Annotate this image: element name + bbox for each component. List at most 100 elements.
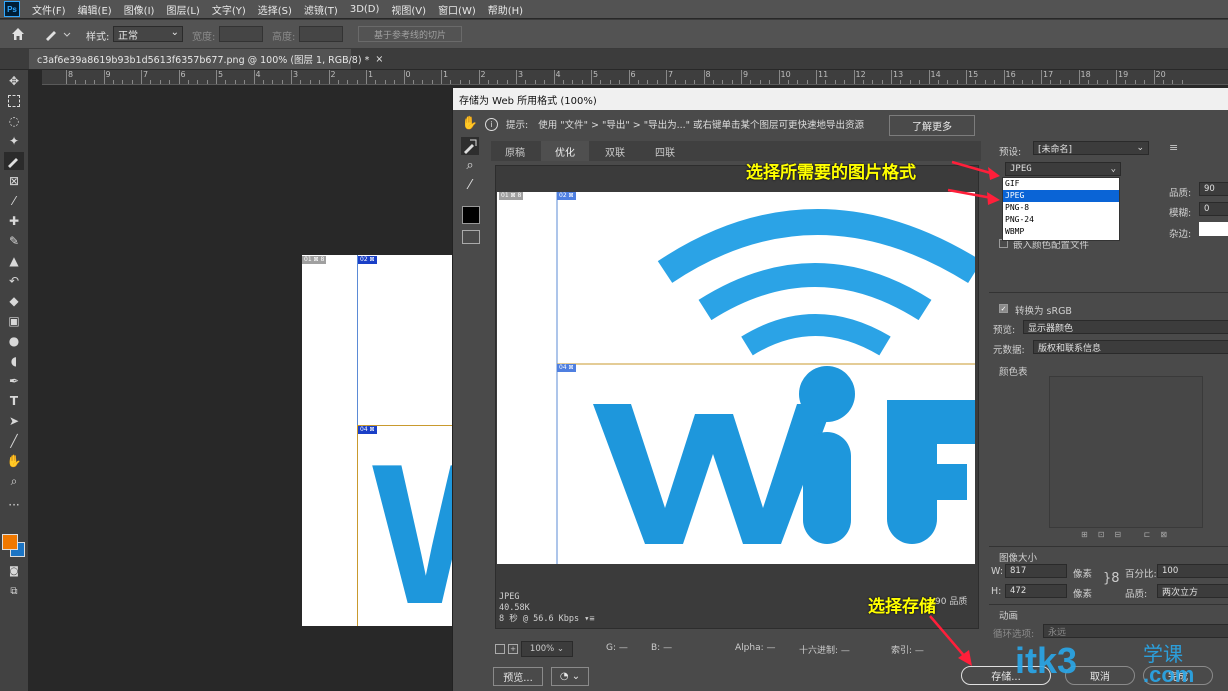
format-option-png24[interactable]: PNG-24	[1003, 214, 1119, 226]
ruler-tick	[412, 80, 414, 84]
quick-mask-icon[interactable]: ◙	[4, 562, 24, 580]
color-table-actions[interactable]: ⊞⊡⊟ ⊏⊠	[1081, 530, 1201, 540]
tab-optimized[interactable]: 优化	[541, 141, 589, 161]
hand-tool-icon[interactable]: ✋	[461, 116, 479, 134]
matte-color-swatch[interactable]	[1199, 222, 1228, 236]
menu-3d[interactable]: 3D(D)	[344, 4, 386, 15]
pen-tool-icon[interactable]: ✒	[4, 372, 24, 390]
line-tool-icon[interactable]: ╱	[4, 432, 24, 450]
format-dropdown-list[interactable]: GIF JPEG PNG-8 PNG-24 WBMP	[1002, 177, 1120, 241]
zoom-tool-icon[interactable]: ⌕	[461, 158, 479, 176]
zoom-select[interactable]: 100% ⌄	[521, 641, 573, 657]
menu-type[interactable]: 文字(Y)	[206, 2, 252, 17]
ruler-tick	[1003, 70, 1005, 84]
gradient-tool-icon[interactable]: ▣	[4, 312, 24, 330]
eyedropper-icon[interactable]: ⁄	[4, 192, 24, 210]
format-option-jpeg[interactable]: JPEG	[1003, 190, 1119, 202]
width-input[interactable]	[219, 26, 263, 42]
zoom-tool-icon[interactable]: ⌕	[4, 472, 24, 490]
screen-mode-icon[interactable]: ⧉	[4, 582, 24, 600]
height-input[interactable]	[299, 26, 343, 42]
hand-tool-icon[interactable]: ✋	[4, 452, 24, 470]
menu-help[interactable]: 帮助(H)	[482, 2, 529, 17]
lasso-tool-icon[interactable]: ◌	[4, 112, 24, 130]
type-tool-icon[interactable]: T	[4, 392, 24, 410]
blur-input[interactable]: 0	[1199, 202, 1228, 216]
stamp-tool-icon[interactable]: ▲	[4, 252, 24, 270]
tab-4-up[interactable]: 四联	[641, 141, 689, 161]
quality-input[interactable]: 90	[1199, 182, 1228, 196]
zoom-out-icon[interactable]	[495, 644, 505, 654]
history-brush-icon[interactable]: ↶	[4, 272, 24, 290]
link-proportions-icon[interactable]: }8	[1103, 568, 1120, 590]
home-icon[interactable]	[10, 26, 26, 42]
width-input[interactable]: 817	[1005, 564, 1067, 578]
ruler-tick	[1022, 80, 1024, 84]
close-icon[interactable]: ×	[375, 54, 383, 65]
status-quality: 90 品质	[935, 597, 968, 607]
menu-select[interactable]: 选择(S)	[252, 2, 298, 17]
format-select[interactable]: JPEG ⌄	[1005, 162, 1121, 176]
slice-tool-preset-icon[interactable]	[44, 26, 72, 42]
frame-tool-icon[interactable]: ⊠	[4, 172, 24, 190]
blur-tool-icon[interactable]: ●	[4, 332, 24, 350]
resample-select[interactable]: 两次立方	[1157, 584, 1228, 598]
learn-more-button[interactable]: 了解更多	[889, 115, 975, 136]
slices-from-guides-button[interactable]: 基于参考线的切片	[358, 26, 462, 42]
move-tool-icon[interactable]: ✥	[4, 72, 24, 90]
convert-srgb-checkbox[interactable]: ✓	[999, 304, 1008, 313]
toggle-slices-icon[interactable]	[462, 230, 480, 244]
healing-brush-icon[interactable]: ✚	[4, 212, 24, 230]
percent-input[interactable]: 100	[1157, 564, 1228, 578]
animation-label: 动画	[999, 611, 1019, 622]
tab-original[interactable]: 原稿	[491, 141, 539, 161]
style-select[interactable]: 正常 ⌄	[113, 26, 183, 42]
browser-icon: ◔	[559, 671, 569, 682]
more-tools-icon[interactable]: ···	[4, 496, 24, 514]
preset-select[interactable]: [未命名] ⌄	[1033, 141, 1149, 155]
path-selection-icon[interactable]: ➤	[4, 412, 24, 430]
status-menu-icon[interactable]: ▾≡	[584, 614, 594, 624]
ruler-label: 3	[518, 70, 524, 79]
ruler-tick	[1153, 70, 1155, 84]
document-tab[interactable]: c3af6e39a8619b93b1d5613f6357b677.png @ 1…	[29, 49, 383, 69]
menu-image[interactable]: 图像(I)	[118, 2, 161, 17]
eyedropper-color-swatch[interactable]	[462, 206, 480, 224]
brush-tool-icon[interactable]: ✎	[4, 232, 24, 250]
tab-2-up[interactable]: 双联	[591, 141, 639, 161]
slice-tool-icon[interactable]	[4, 152, 24, 170]
menu-file[interactable]: 文件(F)	[26, 2, 72, 17]
menu-edit[interactable]: 编辑(E)	[72, 2, 118, 17]
ruler-tick	[975, 80, 977, 84]
color-table[interactable]	[1049, 376, 1203, 528]
format-option-png8[interactable]: PNG-8	[1003, 202, 1119, 214]
eraser-icon[interactable]: ◆	[4, 292, 24, 310]
ruler-label: 18	[1080, 70, 1091, 79]
format-annotation: 选择所需要的图片格式	[746, 163, 916, 183]
magic-wand-icon[interactable]: ✦	[4, 132, 24, 150]
menu-layer[interactable]: 图层(L)	[160, 2, 205, 17]
ruler-label: 15	[968, 70, 979, 79]
optimized-preview-image[interactable]: 01 ⊠ 8 02 ⊠ 04 ⊠	[499, 192, 982, 564]
menu-filter[interactable]: 滤镜(T)	[298, 2, 344, 17]
zoom-in-icon[interactable]: +	[508, 644, 518, 654]
foreground-color-swatch[interactable]	[2, 534, 18, 550]
marquee-tool-icon[interactable]	[4, 92, 24, 110]
ruler-tick	[497, 80, 499, 84]
format-option-gif[interactable]: GIF	[1003, 178, 1119, 190]
menu-window[interactable]: 窗口(W)	[432, 2, 482, 17]
metadata-select[interactable]: 版权和联系信息	[1033, 340, 1228, 354]
document-canvas[interactable]: 01 ⊠ 8 02 ⊠ 04 ⊠ W	[302, 255, 462, 626]
optimize-menu-icon[interactable]: ≡	[1169, 142, 1181, 154]
preview-button[interactable]: 预览...	[493, 667, 543, 686]
eyedropper-icon[interactable]: ⁄	[461, 178, 479, 196]
format-option-wbmp[interactable]: WBMP	[1003, 226, 1119, 238]
ruler-tick	[666, 70, 667, 84]
slice-select-tool-icon[interactable]	[461, 137, 479, 155]
dodge-tool-icon[interactable]: ◖	[4, 352, 24, 370]
preview-mode-select[interactable]: 显示器颜色	[1023, 320, 1228, 334]
ruler-tick	[516, 70, 517, 84]
menu-view[interactable]: 视图(V)	[385, 2, 432, 17]
browser-select[interactable]: ◔ ⌄	[551, 667, 589, 686]
height-input[interactable]: 472	[1005, 584, 1067, 598]
